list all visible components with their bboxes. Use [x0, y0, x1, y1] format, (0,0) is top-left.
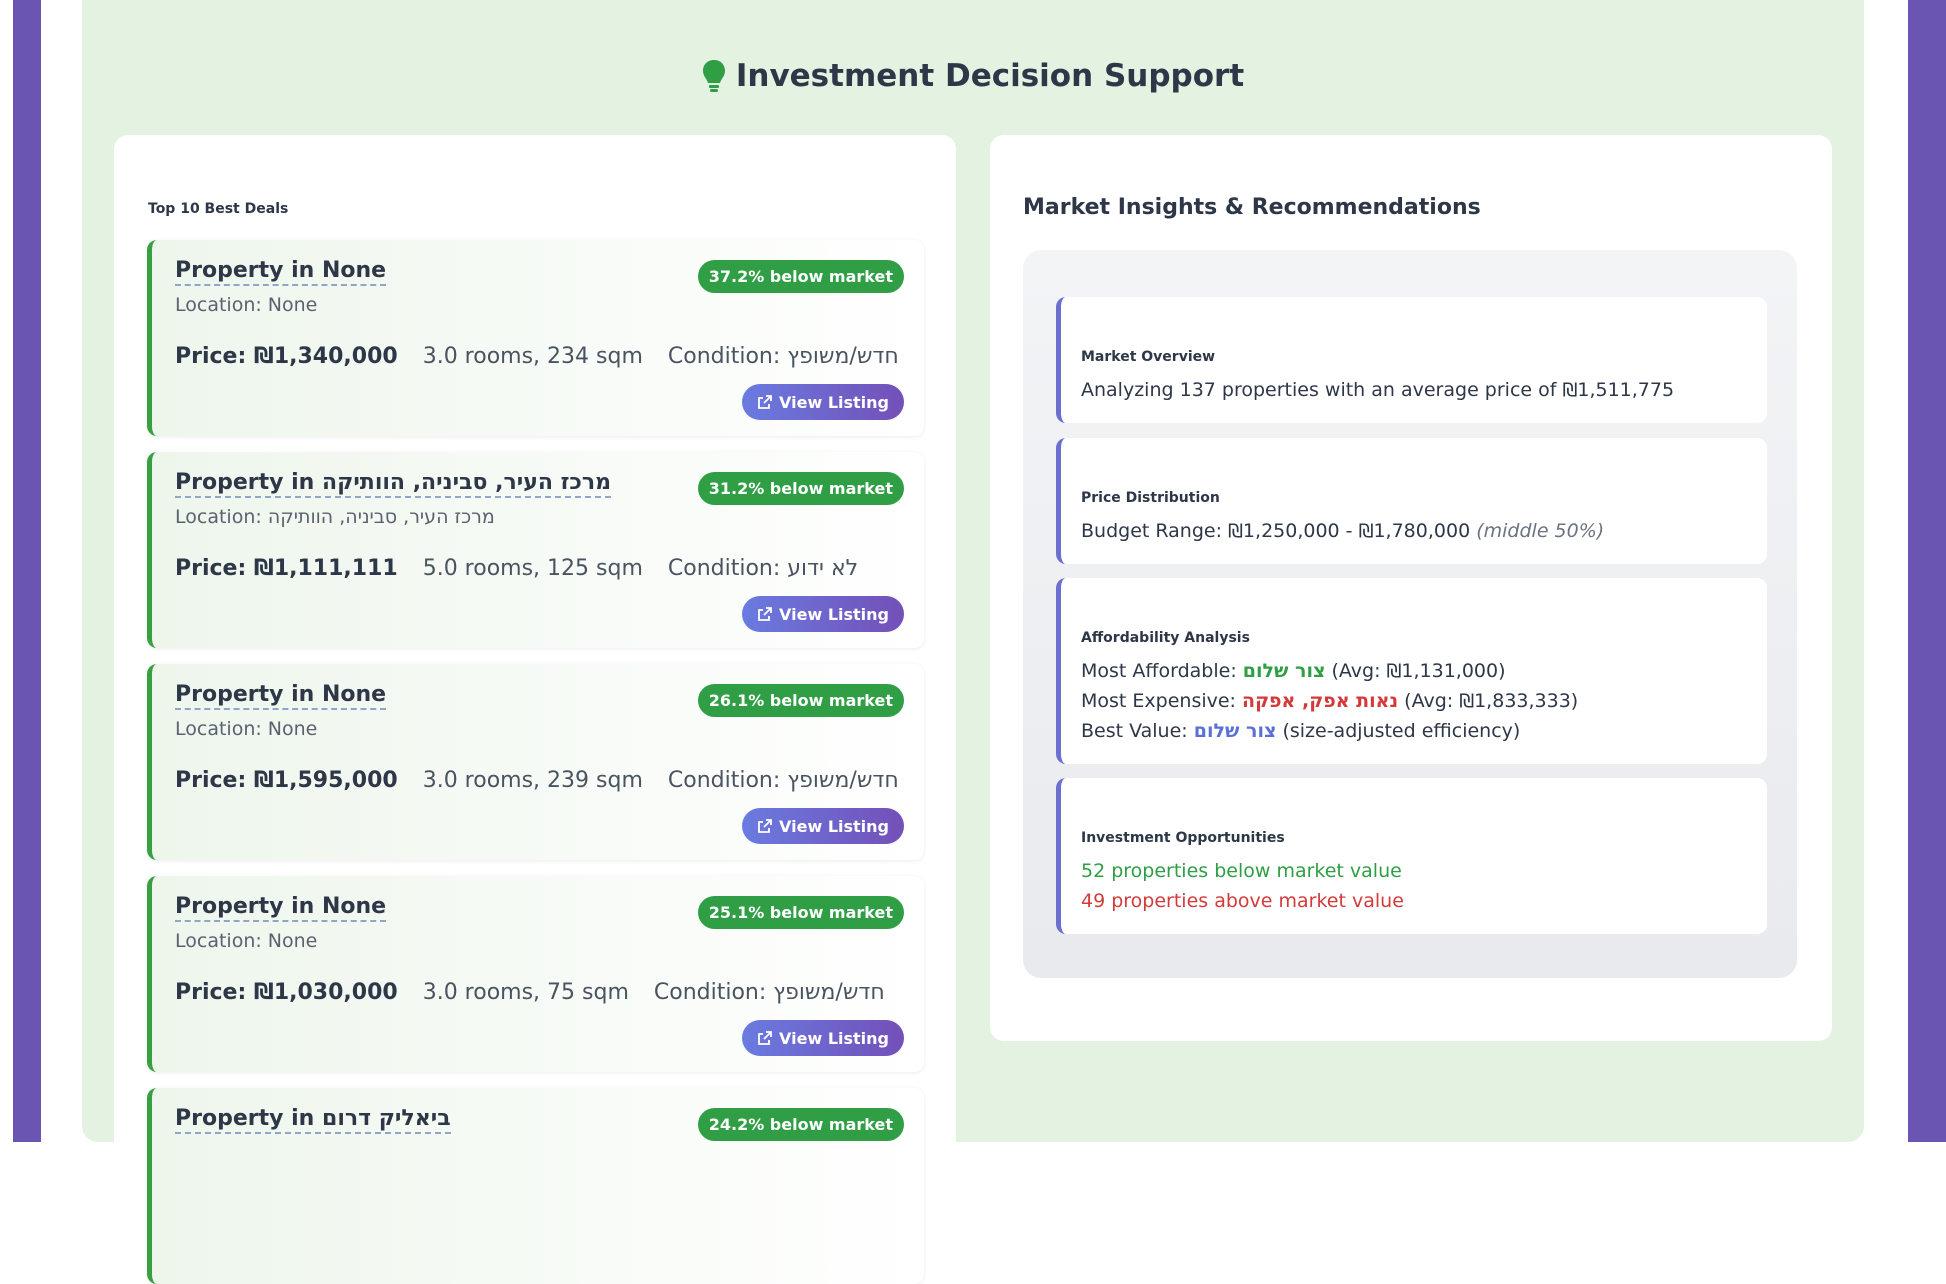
insights-title: Market Insights & Recommendations	[1023, 195, 1481, 220]
external-link-icon	[758, 819, 772, 833]
deal-price: Price: ₪1,340,000	[175, 344, 398, 369]
above-market-count: 49 properties above market value	[1081, 890, 1404, 912]
budget-range-note: (middle 50%)	[1476, 520, 1605, 542]
budget-range-text: Budget Range: ₪1,250,000 - ₪1,780,000	[1081, 520, 1471, 542]
deal-rooms: 3.0 rooms, 75 sqm	[422, 980, 629, 1005]
view-listing-button[interactable]: View Listing	[742, 808, 904, 844]
external-link-icon	[758, 1031, 772, 1045]
deal-location: Location: None	[175, 294, 318, 316]
market-overview-heading: Market Overview	[1081, 349, 1216, 365]
best-value-line: Best Value: צור שלום (size-adjusted effi…	[1081, 720, 1520, 742]
deal-price: Price: ₪1,595,000	[175, 768, 398, 793]
most-expensive-label: Most Expensive:	[1081, 690, 1236, 712]
deal-name-link[interactable]: Property in ביאליק דרום	[175, 1106, 451, 1134]
most-affordable-name: צור שלום	[1242, 660, 1326, 682]
below-market-count: 52 properties below market value	[1081, 860, 1402, 882]
price-distribution-card: Price Distribution Budget Range: ₪1,250,…	[1056, 438, 1767, 564]
view-listing-label: View Listing	[779, 1028, 889, 1048]
deal-rooms: 3.0 rooms, 234 sqm	[422, 344, 643, 369]
best-value-label: Best Value:	[1081, 720, 1188, 742]
investment-opportunities-card: Investment Opportunities 52 properties b…	[1056, 778, 1767, 934]
deal-price: Price: ₪1,111,111	[175, 556, 398, 581]
investment-opportunities-heading: Investment Opportunities	[1081, 830, 1285, 846]
deal-condition: Condition: חדש/משופץ	[653, 980, 885, 1005]
view-listing-label: View Listing	[779, 816, 889, 836]
page-title: Investment Decision Support	[735, 58, 1245, 94]
deal-location: Location: None	[175, 718, 318, 740]
below-market-badge: 25.1% below market	[697, 896, 904, 929]
deal-card: Property in None Location: None 26.1% be…	[147, 664, 924, 860]
most-affordable-label: Most Affordable:	[1081, 660, 1237, 682]
deal-name-link[interactable]: Property in None	[175, 894, 387, 922]
affordability-heading: Affordability Analysis	[1081, 630, 1250, 646]
deal-card: Property in ביאליק דרום 24.2% below mark…	[147, 1088, 924, 1284]
deal-name-link[interactable]: Property in None	[175, 258, 387, 286]
view-listing-button[interactable]: View Listing	[742, 596, 904, 632]
deal-location: Location: None	[175, 930, 318, 952]
budget-range-line: Budget Range: ₪1,250,000 - ₪1,780,000 (m…	[1081, 520, 1604, 542]
deal-card: Property in מרכז העיר, סביניה, הוותיקה L…	[147, 452, 924, 648]
below-market-badge: 26.1% below market	[697, 684, 904, 717]
most-affordable-line: Most Affordable: צור שלום (Avg: ₪1,131,0…	[1081, 660, 1506, 682]
most-affordable-avg: (Avg: ₪1,131,000)	[1331, 660, 1506, 682]
below-market-badge: 24.2% below market	[697, 1108, 904, 1141]
most-expensive-name: נאות אפק, אפקה	[1242, 690, 1399, 712]
price-distribution-heading: Price Distribution	[1081, 490, 1220, 506]
market-overview-card: Market Overview Analyzing 137 properties…	[1056, 297, 1767, 423]
external-link-icon	[758, 607, 772, 621]
deal-details: Price: ₪1,595,000 3.0 rooms, 239 sqm Con…	[175, 768, 917, 793]
insights-card: Market Insights & Recommendations Market…	[990, 135, 1832, 1041]
decision-support-panel: Investment Decision Support Top 10 Best …	[82, 0, 1864, 1284]
deal-price: Price: ₪1,030,000	[175, 980, 398, 1005]
deal-details: Price: ₪1,111,111 5.0 rooms, 125 sqm Con…	[175, 556, 876, 581]
deal-card: Property in None Location: None 25.1% be…	[147, 876, 924, 1072]
lightbulb-icon	[702, 60, 725, 92]
section-heading: Investment Decision Support	[82, 58, 1864, 94]
deal-name-link[interactable]: Property in None	[175, 682, 387, 710]
deal-name-link[interactable]: Property in מרכז העיר, סביניה, הוותיקה	[175, 470, 612, 498]
most-expensive-avg: (Avg: ₪1,833,333)	[1404, 690, 1579, 712]
below-market-badge: 37.2% below market	[697, 260, 904, 293]
deal-condition: Condition: חדש/משופץ	[667, 768, 899, 793]
view-listing-button[interactable]: View Listing	[742, 1020, 904, 1056]
deal-condition: Condition: חדש/משופץ	[667, 344, 899, 369]
deal-condition: Condition: לא ידוע	[667, 556, 859, 581]
deal-rooms: 3.0 rooms, 239 sqm	[422, 768, 643, 793]
view-listing-label: View Listing	[779, 392, 889, 412]
insights-container: Market Overview Analyzing 137 properties…	[1023, 250, 1797, 978]
deal-rooms: 5.0 rooms, 125 sqm	[422, 556, 643, 581]
best-value-note: (size-adjusted efficiency)	[1282, 720, 1521, 742]
best-value-name: צור שלום	[1193, 720, 1277, 742]
market-overview-text: Analyzing 137 properties with an average…	[1081, 379, 1675, 401]
left-frame-border	[13, 0, 41, 1142]
below-market-badge: 31.2% below market	[697, 472, 904, 505]
affordability-card: Affordability Analysis Most Affordable: …	[1056, 578, 1767, 764]
best-deals-title: Top 10 Best Deals	[148, 201, 289, 217]
best-deals-card: Top 10 Best Deals Property in None Locat…	[114, 135, 956, 1284]
deal-location: Location: מרכז העיר, סביניה, הוותיקה	[175, 506, 495, 528]
view-listing-button[interactable]: View Listing	[742, 384, 904, 420]
external-link-icon	[758, 395, 772, 409]
deal-details: Price: ₪1,030,000 3.0 rooms, 75 sqm Cond…	[175, 980, 903, 1005]
view-listing-label: View Listing	[779, 604, 889, 624]
deal-details: Price: ₪1,340,000 3.0 rooms, 234 sqm Con…	[175, 344, 917, 369]
right-frame-border	[1908, 0, 1946, 1142]
most-expensive-line: Most Expensive: נאות אפק, אפקה (Avg: ₪1,…	[1081, 690, 1578, 712]
deal-card: Property in None Location: None 37.2% be…	[147, 240, 924, 436]
